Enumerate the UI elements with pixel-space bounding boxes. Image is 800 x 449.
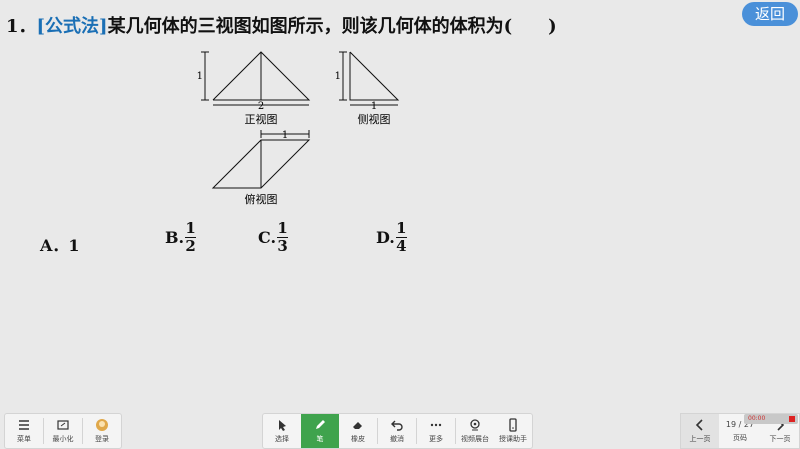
three-view-figure: 1 2 1 1 1 正视图 侧视图 俯视图	[197, 51, 400, 206]
option-d-label: D.	[376, 228, 395, 247]
dim-side-width: 1	[371, 101, 377, 112]
dim-front-height: 1	[197, 71, 203, 82]
eraser-icon	[353, 422, 362, 429]
more-label: 更多	[429, 435, 443, 443]
menu-icon	[19, 420, 29, 430]
prev-page-label: 上一页	[689, 435, 711, 443]
pen-tool[interactable]: 笔	[301, 414, 339, 448]
camera-button[interactable]: 视频展台	[456, 414, 494, 448]
center-toolbar: 选择 笔 橡皮 撤消 更多 视频展台 授课助手	[262, 413, 533, 449]
next-page-label: 下一页	[769, 435, 791, 443]
pen-icon	[316, 420, 325, 429]
option-c-fraction: 1 3	[277, 219, 289, 255]
option-a-label: A．1	[40, 236, 80, 255]
phone-icon	[509, 418, 517, 432]
more-button[interactable]: 更多	[417, 414, 455, 448]
prev-page-button[interactable]: 上一页	[681, 414, 719, 448]
left-toolbar: 菜单 最小化 登录	[4, 413, 122, 449]
question-tag: [公式法]	[36, 16, 108, 37]
option-d[interactable]: D. 1 4	[376, 220, 407, 255]
back-button[interactable]: 返回	[742, 2, 798, 26]
side-view-shape	[349, 51, 400, 101]
undo-label: 撤消	[390, 435, 404, 443]
recording-indicator[interactable]: 00:00	[744, 414, 798, 424]
assistant-label: 授课助手	[499, 435, 527, 443]
record-stop-icon	[789, 416, 795, 422]
undo-icon	[391, 420, 403, 431]
camera-label: 视频展台	[461, 435, 489, 443]
minimize-label: 最小化	[52, 435, 74, 443]
assistant-button[interactable]: 授课助手	[494, 414, 532, 448]
camera-icon	[470, 419, 480, 431]
dim-side-height: 1	[335, 71, 341, 82]
recording-time: 00:00	[748, 415, 766, 422]
chevron-left-icon	[695, 419, 703, 431]
eraser-label: 橡皮	[351, 435, 365, 443]
login-label: 登录	[95, 435, 109, 443]
undo-button[interactable]: 撤消	[378, 414, 416, 448]
option-b-numerator: 1	[185, 219, 196, 237]
side-view-label: 侧视图	[358, 112, 391, 126]
front-view-label: 正视图	[245, 112, 278, 126]
cursor-icon	[279, 420, 286, 431]
avatar-icon	[96, 419, 108, 431]
answer-options: A．1 B. 1 2 C. 1 3 D. 1 4	[0, 220, 800, 270]
option-c-label: C.	[258, 228, 277, 247]
option-b-fraction: 1 2	[185, 219, 197, 255]
minimize-button[interactable]: 最小化	[44, 414, 82, 448]
select-label: 选择	[275, 435, 289, 443]
question-number: 1．	[6, 16, 37, 37]
question-body: 某几何体的三视图如图所示，则该几何体的体积为( )	[107, 16, 557, 37]
page-number-label: 页码	[733, 433, 747, 442]
option-c[interactable]: C. 1 3	[258, 219, 289, 255]
option-b-label: B.	[165, 228, 185, 247]
top-view-label: 俯视图	[245, 192, 278, 206]
menu-button[interactable]: 菜单	[5, 414, 43, 448]
dim-top-width: 1	[282, 130, 288, 141]
pen-label: 笔	[316, 435, 324, 443]
select-tool[interactable]: 选择	[263, 414, 301, 448]
eraser-tool[interactable]: 橡皮	[339, 414, 377, 448]
menu-label: 菜单	[17, 435, 31, 443]
option-d-fraction: 1 4	[395, 219, 407, 255]
more-icon	[430, 423, 442, 427]
option-b[interactable]: B. 1 2	[165, 219, 197, 255]
option-b-denominator: 2	[185, 237, 196, 255]
option-c-numerator: 1	[277, 219, 288, 237]
dim-front-width: 2	[258, 101, 264, 112]
login-button[interactable]: 登录	[83, 414, 121, 448]
question-text: 1．[公式法]某几何体的三视图如图所示，则该几何体的体积为( )	[6, 12, 557, 38]
option-c-denominator: 3	[277, 237, 288, 255]
option-d-numerator: 1	[396, 219, 407, 237]
minimize-icon	[57, 420, 69, 430]
option-a[interactable]: A．1	[40, 232, 80, 256]
option-d-denominator: 4	[396, 237, 407, 255]
